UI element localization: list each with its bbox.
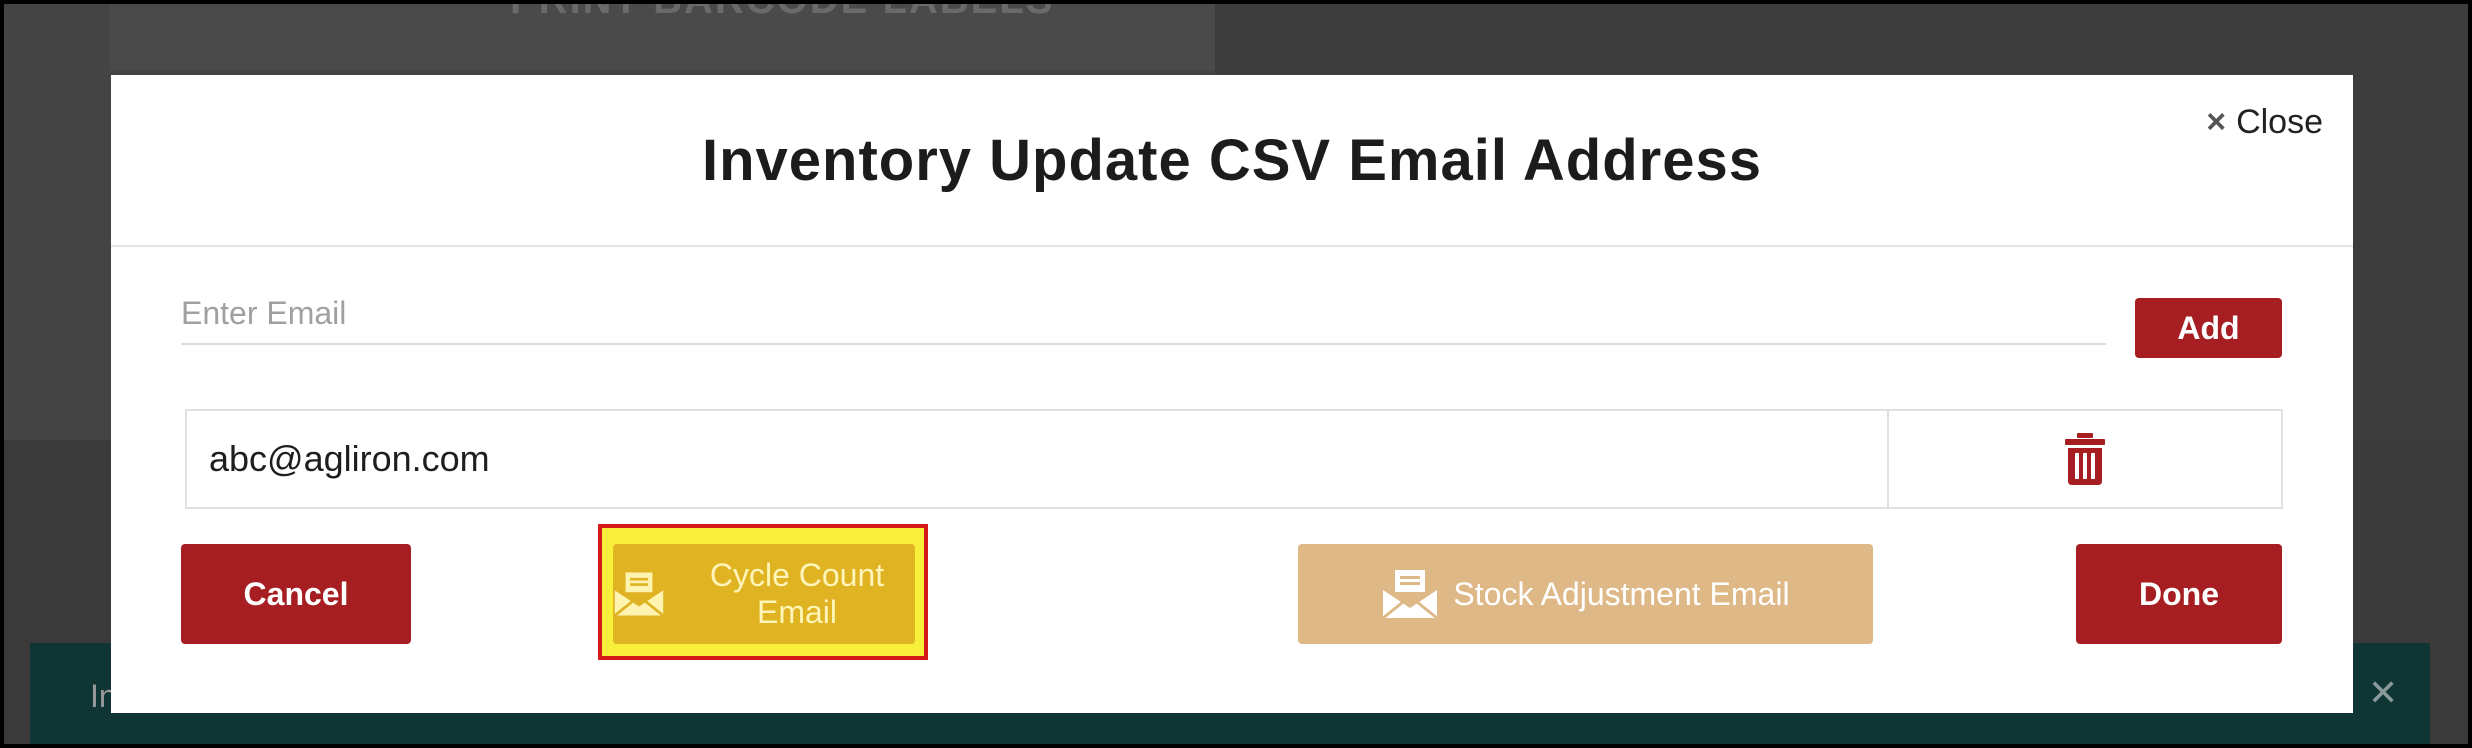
add-button[interactable]: Add [2135,298,2282,358]
background-banner-close-icon: ✕ [2368,672,2399,713]
cycle-count-label: Cycle Count Email [709,557,885,630]
background-heading: PRINT BARCODE LABELS [510,0,1055,22]
modal-title: Inventory Update CSV Email Address [701,128,1763,193]
close-icon: × [2206,103,2227,141]
close-button[interactable]: × Close [2206,103,2323,142]
cycle-count-email-button[interactable]: Cycle Count Email [613,544,915,644]
email-input[interactable] [181,283,2106,345]
email-settings-modal: Inventory Update CSV Email Address × Clo… [111,75,2353,713]
close-label: Close [2236,103,2323,141]
email-address-cell: abc@agliron.com [187,411,1889,507]
stock-adjustment-email-button[interactable]: Stock Adjustment Email [1298,544,1873,644]
email-list-row: abc@agliron.com [185,409,2283,509]
stock-adjustment-label: Stock Adjustment Email [1453,575,1790,612]
done-button[interactable]: Done [2076,544,2282,644]
trash-icon[interactable] [2065,433,2105,485]
background-header-strip: PRINT BARCODE LABELS [110,0,1215,70]
mail-open-icon [1382,570,1439,620]
cancel-button[interactable]: Cancel [181,544,411,644]
mail-open-icon [613,572,665,617]
modal-header: Inventory Update CSV Email Address × Clo… [111,75,2353,247]
delete-cell [1889,411,2281,507]
